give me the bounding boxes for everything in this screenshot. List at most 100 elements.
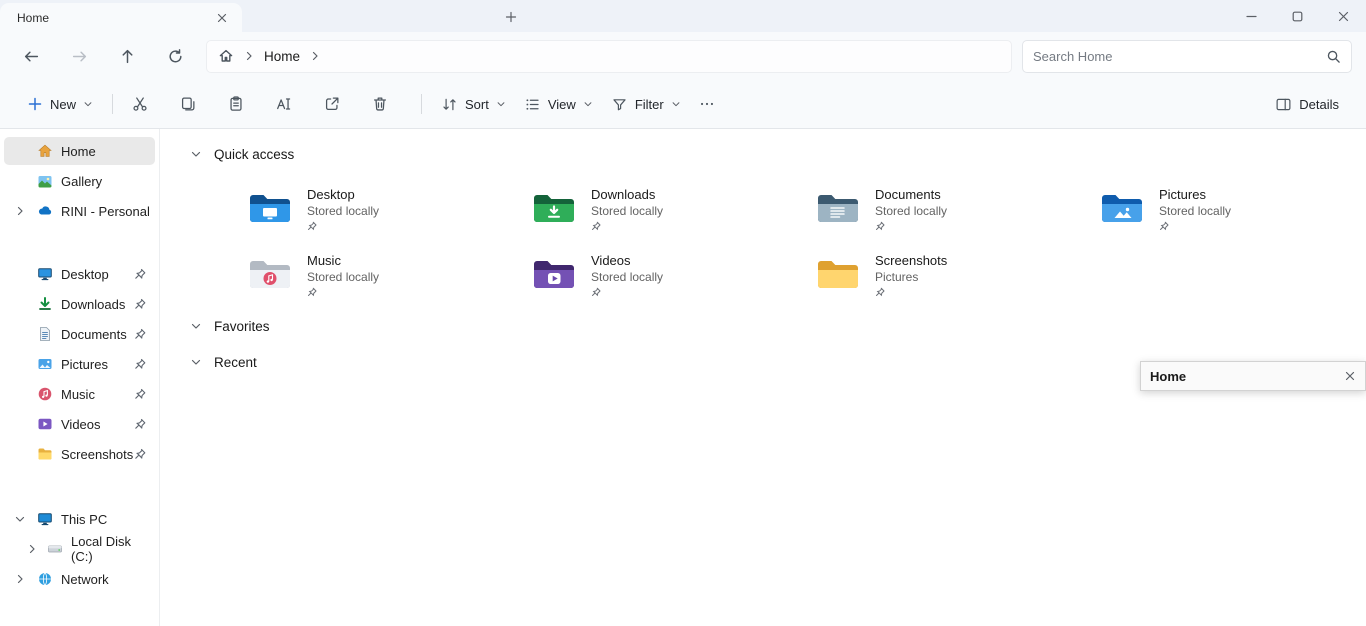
tile-text: Videos Stored locally: [591, 253, 663, 297]
sidebar-item-this-pc[interactable]: This PC: [4, 505, 155, 533]
tile-text: Downloads Stored locally: [591, 187, 663, 231]
tile-subtitle: Stored locally: [307, 204, 379, 218]
chevron-right-icon[interactable]: [309, 50, 321, 62]
sidebar-item-pictures[interactable]: Pictures: [4, 350, 155, 378]
tab-title: Home: [17, 11, 49, 25]
tile-text: Screenshots Pictures: [875, 253, 947, 297]
chevron-right-icon[interactable]: [14, 205, 26, 217]
section-title: Favorites: [214, 319, 270, 334]
tile-documents[interactable]: Documents Stored locally: [816, 181, 1100, 237]
more-options-button[interactable]: [690, 87, 724, 121]
section-quick-access[interactable]: Quick access: [190, 141, 1366, 167]
chevron-down-icon[interactable]: [190, 320, 202, 332]
tile-videos[interactable]: Videos Stored locally: [532, 247, 816, 303]
tile-screenshots[interactable]: Screenshots Pictures: [816, 247, 1100, 303]
share-button[interactable]: [315, 87, 349, 121]
view-button[interactable]: View: [515, 87, 602, 121]
sidebar-item-screenshots[interactable]: Screenshots: [4, 440, 155, 468]
close-icon: [1345, 371, 1355, 381]
videos-folder-icon: [532, 257, 576, 293]
forward-button[interactable]: [62, 39, 96, 73]
tile-subtitle: Stored locally: [875, 204, 947, 218]
navigation-pane: Home Gallery RINI - Personal Desktop: [0, 129, 160, 626]
pin-icon: [591, 221, 601, 231]
chevron-down-icon[interactable]: [190, 148, 202, 160]
maximize-icon: [1292, 11, 1303, 22]
chevron-right-icon[interactable]: [243, 50, 255, 62]
tile-pictures[interactable]: Pictures Stored locally: [1100, 181, 1366, 237]
plus-icon: [27, 96, 43, 112]
tile-desktop[interactable]: Desktop Stored locally: [248, 181, 532, 237]
tab-close-button[interactable]: [210, 6, 234, 30]
search-icon[interactable]: [1326, 49, 1341, 64]
sort-icon: [441, 96, 458, 113]
chevron-down-icon[interactable]: [14, 513, 26, 525]
tile-subtitle: Stored locally: [1159, 204, 1231, 218]
search-input[interactable]: [1033, 49, 1326, 64]
refresh-button[interactable]: [158, 39, 192, 73]
close-window-button[interactable]: [1320, 0, 1366, 32]
sidebar-item-documents[interactable]: Documents: [4, 320, 155, 348]
tile-text: Music Stored locally: [307, 253, 379, 297]
tile-name: Music: [307, 253, 379, 268]
new-button[interactable]: New: [18, 87, 102, 121]
new-tab-button[interactable]: [498, 6, 524, 28]
sidebar-item-gallery[interactable]: Gallery: [4, 167, 155, 195]
music-icon: [37, 386, 53, 402]
view-button-label: View: [548, 97, 576, 112]
sidebar-item-music[interactable]: Music: [4, 380, 155, 408]
downloads-arrow-icon: [37, 296, 53, 312]
breadcrumb-item-home[interactable]: Home: [264, 49, 300, 64]
sidebar-item-onedrive[interactable]: RINI - Personal: [4, 197, 155, 225]
section-favorites[interactable]: Favorites: [190, 313, 1366, 339]
back-button[interactable]: [14, 39, 48, 73]
sidebar-item-network[interactable]: Network: [4, 565, 155, 593]
search-box[interactable]: [1022, 40, 1352, 73]
desktop-folder-icon: [248, 191, 292, 227]
details-button[interactable]: Details: [1266, 87, 1348, 121]
minimize-button[interactable]: [1228, 0, 1274, 32]
copy-button[interactable]: [171, 87, 205, 121]
sidebar-item-label: Pictures: [61, 357, 108, 372]
refresh-icon: [167, 48, 184, 65]
tile-music[interactable]: Music Stored locally: [248, 247, 532, 303]
popup-close-button[interactable]: [1339, 365, 1361, 387]
home-icon[interactable]: [218, 48, 234, 64]
sidebar-item-home[interactable]: Home: [4, 137, 155, 165]
sidebar-item-label: Local Disk (C:): [71, 534, 155, 564]
view-list-icon: [524, 96, 541, 113]
filter-button-label: Filter: [635, 97, 664, 112]
paste-button[interactable]: [219, 87, 253, 121]
home-icon: [37, 143, 53, 159]
address-bar[interactable]: Home: [206, 40, 1012, 73]
pin-icon: [1159, 221, 1169, 231]
sort-button[interactable]: Sort: [432, 87, 515, 121]
sidebar-item-label: Downloads: [61, 297, 125, 312]
sidebar-item-label: Videos: [61, 417, 101, 432]
rename-button[interactable]: [267, 87, 301, 121]
tab-preview-popup: Home: [1140, 361, 1366, 391]
cut-button[interactable]: [123, 87, 157, 121]
filter-funnel-icon: [611, 96, 628, 113]
sidebar-item-desktop[interactable]: Desktop: [4, 260, 155, 288]
maximize-button[interactable]: [1274, 0, 1320, 32]
sidebar-gap: [0, 227, 159, 258]
chevron-down-icon[interactable]: [190, 356, 202, 368]
sidebar-item-videos[interactable]: Videos: [4, 410, 155, 438]
sidebar-item-local-disk-c[interactable]: Local Disk (C:): [4, 535, 155, 563]
pin-icon: [307, 221, 317, 231]
sidebar-item-label: Desktop: [61, 267, 109, 282]
filter-button[interactable]: Filter: [602, 87, 690, 121]
navigation-bar: Home: [0, 32, 1366, 80]
pin-icon: [134, 418, 146, 430]
chevron-right-icon[interactable]: [14, 573, 26, 585]
delete-button[interactable]: [363, 87, 397, 121]
tab-home[interactable]: Home: [0, 3, 242, 32]
up-button[interactable]: [110, 39, 144, 73]
chevron-right-icon[interactable]: [26, 543, 38, 555]
share-icon: [323, 95, 341, 113]
tile-downloads[interactable]: Downloads Stored locally: [532, 181, 816, 237]
chevron-down-icon: [496, 99, 506, 109]
sidebar-item-downloads[interactable]: Downloads: [4, 290, 155, 318]
this-pc-icon: [37, 511, 53, 527]
